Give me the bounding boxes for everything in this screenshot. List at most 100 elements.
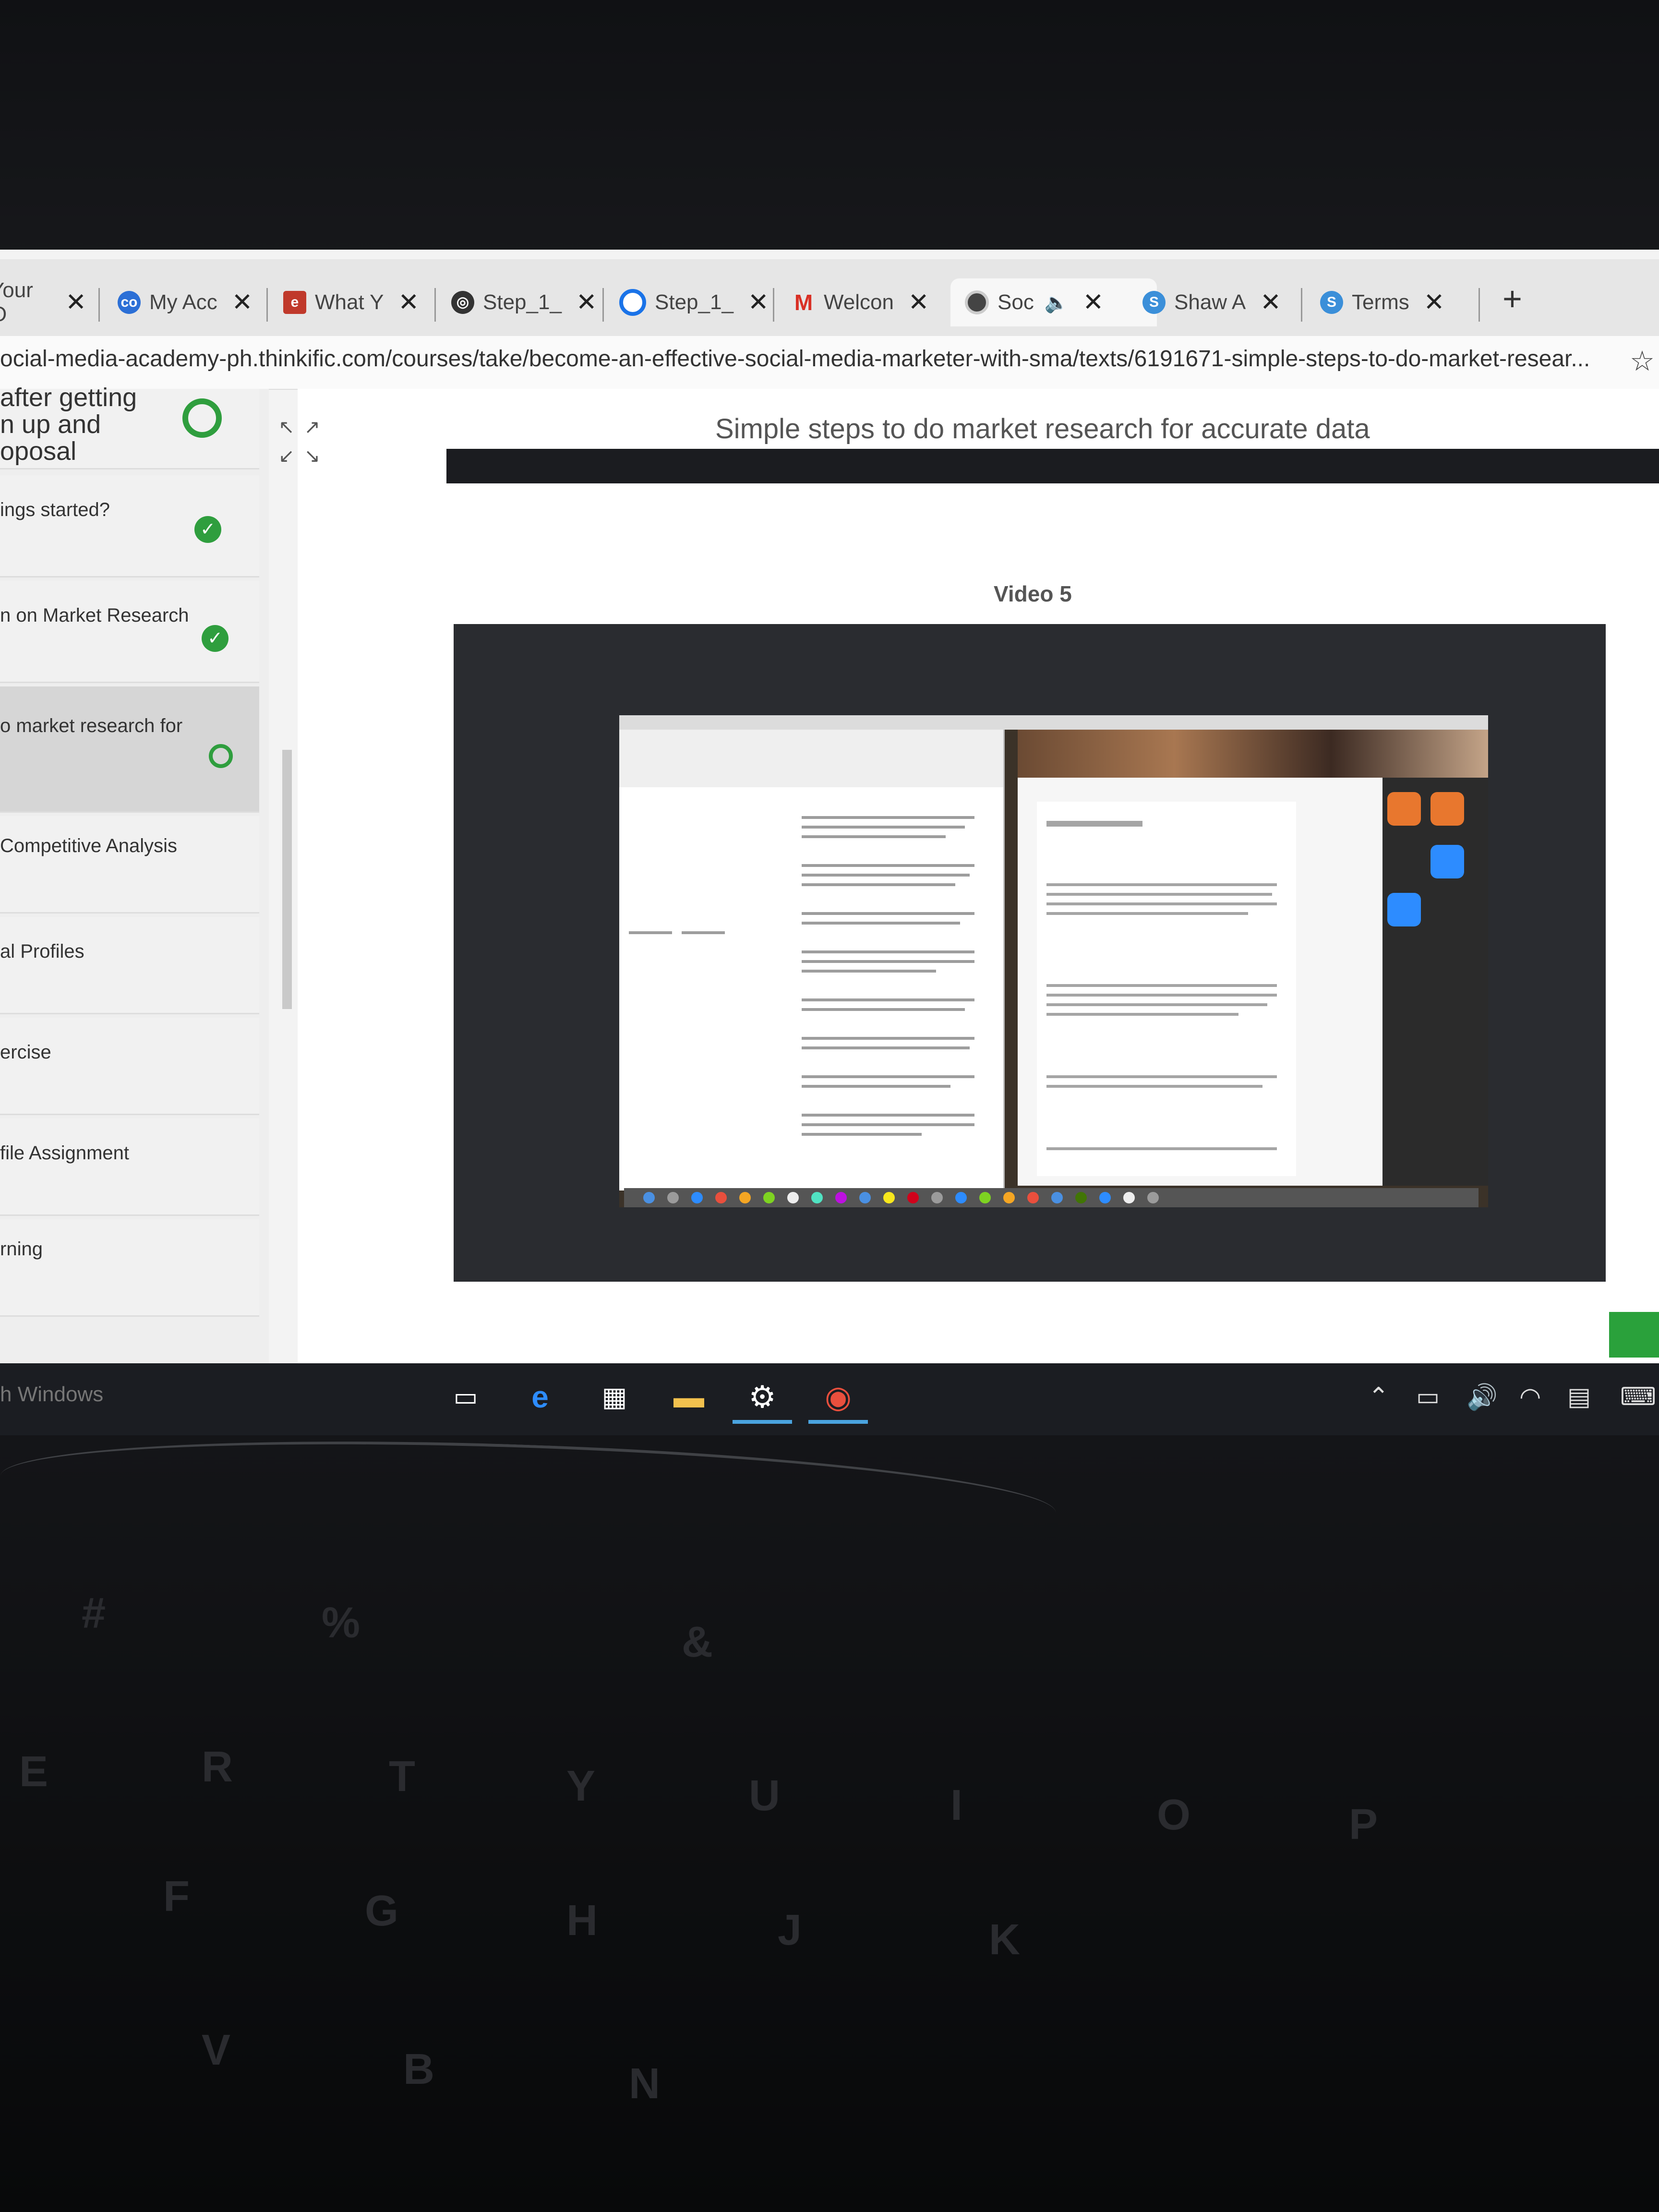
task-view-icon[interactable]: ▭ xyxy=(446,1378,485,1416)
tab-9[interactable]: S Terms ✕ xyxy=(1320,278,1444,326)
keyboard-key: # xyxy=(82,1589,106,1637)
tab-4[interactable]: ◎ Step_1_ ✕ xyxy=(451,278,597,326)
keyboard-key: H xyxy=(566,1897,598,1945)
sidebar-item-current-lesson[interactable]: o market research for xyxy=(0,686,259,813)
sidebar-item-getting-started[interactable]: ings started? ✓ xyxy=(0,475,259,577)
keyboard-key: E xyxy=(19,1748,48,1796)
tab-label: Shaw A xyxy=(1174,290,1246,314)
close-icon[interactable]: ✕ xyxy=(1083,288,1104,317)
sidebar-item-market-research[interactable]: n on Market Research ✓ xyxy=(0,581,259,683)
dock-app-icon xyxy=(955,1192,967,1203)
co-icon: co xyxy=(118,291,141,314)
chrome-icon[interactable]: ◉ xyxy=(819,1378,857,1416)
text-line xyxy=(1046,1085,1262,1088)
dock-app-icon xyxy=(691,1192,703,1203)
keyboard-key: T xyxy=(389,1753,415,1801)
text-line xyxy=(682,931,725,934)
text-line xyxy=(1046,883,1277,886)
sidebar-item-exercise[interactable]: ercise xyxy=(0,1018,259,1115)
sidebar-item-label: n on Market Research xyxy=(0,605,189,626)
sidebar-item-proposal[interactable]: after getting n up and oposal xyxy=(0,384,259,469)
close-icon[interactable]: ✕ xyxy=(908,288,929,317)
store-icon[interactable]: ▦ xyxy=(595,1378,634,1416)
notification-icon[interactable]: ▤ xyxy=(1567,1382,1591,1411)
sidebar-item-label: ercise xyxy=(0,1042,51,1063)
wifi-icon[interactable]: ◠ xyxy=(1519,1382,1541,1411)
settings-gear-icon[interactable]: ⚙ xyxy=(743,1378,781,1416)
close-icon[interactable]: ✕ xyxy=(232,288,253,317)
tab-label: Soc xyxy=(998,290,1034,314)
label-line: n up and xyxy=(0,410,101,439)
complete-button[interactable] xyxy=(1609,1312,1659,1358)
zoom-button xyxy=(1387,893,1421,926)
text-line xyxy=(802,864,974,867)
folder-icon[interactable]: ▬ xyxy=(670,1378,708,1416)
text-line xyxy=(802,1123,974,1126)
tab-strip: Your O ✕ co My Acc ✕ e What Y ✕ ◎ Step_1_ ✕ Ste… xyxy=(0,259,1659,336)
tab-2[interactable]: co My Acc ✕ xyxy=(118,278,252,326)
lesson-header-bar xyxy=(446,449,1659,483)
taskbar-search[interactable]: h Windows xyxy=(0,1382,103,1407)
tab-6[interactable]: M Welcon ✕ xyxy=(792,278,929,326)
sidebar-item-competitive-analysis[interactable]: Competitive Analysis xyxy=(0,816,259,914)
tab-1[interactable]: Your O ✕ xyxy=(0,278,86,326)
dock-app-icon xyxy=(1099,1192,1111,1203)
edge-icon[interactable]: e xyxy=(521,1378,559,1416)
keyboard-key: P xyxy=(1349,1801,1378,1849)
keyboard-key: U xyxy=(749,1772,780,1820)
address-bar[interactable]: ocial-media-academy-ph.thinkific.com/cou… xyxy=(0,336,1659,390)
new-tab-button[interactable]: + xyxy=(1503,279,1522,318)
volume-icon[interactable]: 🔊 xyxy=(1467,1382,1498,1412)
text-line xyxy=(1046,912,1248,915)
zoom-button xyxy=(1387,792,1421,826)
tab-8[interactable]: S Shaw A ✕ xyxy=(1142,278,1281,326)
tab-3[interactable]: e What Y ✕ xyxy=(283,278,419,326)
close-icon[interactable]: ✕ xyxy=(398,288,419,317)
sidebar-item-label: after getting n up and oposal xyxy=(0,384,137,465)
dock-app-icon xyxy=(1147,1192,1159,1203)
tab-label: What Y xyxy=(315,290,384,314)
course-sidebar: after getting n up and oposal ings start… xyxy=(0,384,269,1421)
tab-5[interactable]: Step_1_ ✕ xyxy=(619,278,769,326)
windows-taskbar: h Windows ▭ e ▦ ▬ ⚙ ◉ ⌃ ▭ 🔊 ◠ ▤ ⌨ xyxy=(0,1363,1659,1435)
dock-app-icon xyxy=(907,1192,919,1203)
tab-7-active[interactable]: Soc 🔈 ✕ xyxy=(950,278,1157,326)
sidebar-item-learning[interactable]: rning xyxy=(0,1219,259,1317)
keyboard-icon[interactable]: ⌨ xyxy=(1620,1382,1656,1411)
sidebar-item-profile-assignment[interactable]: file Assignment xyxy=(0,1118,259,1216)
sidebar-item-profiles[interactable]: al Profiles xyxy=(0,917,259,1014)
text-line xyxy=(1046,1003,1267,1006)
dock-app-icon xyxy=(883,1192,895,1203)
bookmark-star-icon[interactable]: ☆ xyxy=(1630,345,1655,377)
sidebar-scrollbar[interactable] xyxy=(282,750,292,1009)
sidebar-item-label: Competitive Analysis xyxy=(0,835,178,856)
chevron-up-icon[interactable]: ⌃ xyxy=(1368,1382,1389,1411)
keyboard-key: Y xyxy=(566,1762,596,1810)
record-icon xyxy=(965,290,989,314)
s-icon: S xyxy=(1142,291,1166,314)
close-icon[interactable]: ✕ xyxy=(65,288,86,317)
speaker-icon[interactable]: 🔈 xyxy=(1045,291,1069,314)
text-line xyxy=(802,922,960,925)
sidebar-item-label: rning xyxy=(0,1238,43,1260)
text-line xyxy=(629,931,672,934)
gmail-icon: M xyxy=(794,290,813,315)
tab-separator xyxy=(773,288,774,322)
circle-icon xyxy=(619,289,646,316)
battery-icon[interactable]: ▭ xyxy=(1416,1382,1440,1411)
close-icon[interactable]: ✕ xyxy=(576,288,597,317)
close-icon[interactable]: ✕ xyxy=(748,288,769,317)
close-icon[interactable]: ✕ xyxy=(1260,288,1281,317)
tab-label: My Acc xyxy=(149,290,217,314)
url-text[interactable]: ocial-media-academy-ph.thinkific.com/cou… xyxy=(0,346,1590,372)
spreadsheet-toolbar xyxy=(619,730,1003,787)
expand-icon[interactable]: ↖↗ ↙↘ xyxy=(278,413,330,470)
dock-app-icon xyxy=(931,1192,943,1203)
tab-label: Step_1_ xyxy=(483,290,562,314)
dock-app-icon xyxy=(763,1192,775,1203)
text-line xyxy=(802,874,970,877)
text-line xyxy=(802,1133,922,1136)
close-icon[interactable]: ✕ xyxy=(1424,288,1445,317)
dock-app-icon xyxy=(811,1192,823,1203)
dock-app-icon xyxy=(979,1192,991,1203)
